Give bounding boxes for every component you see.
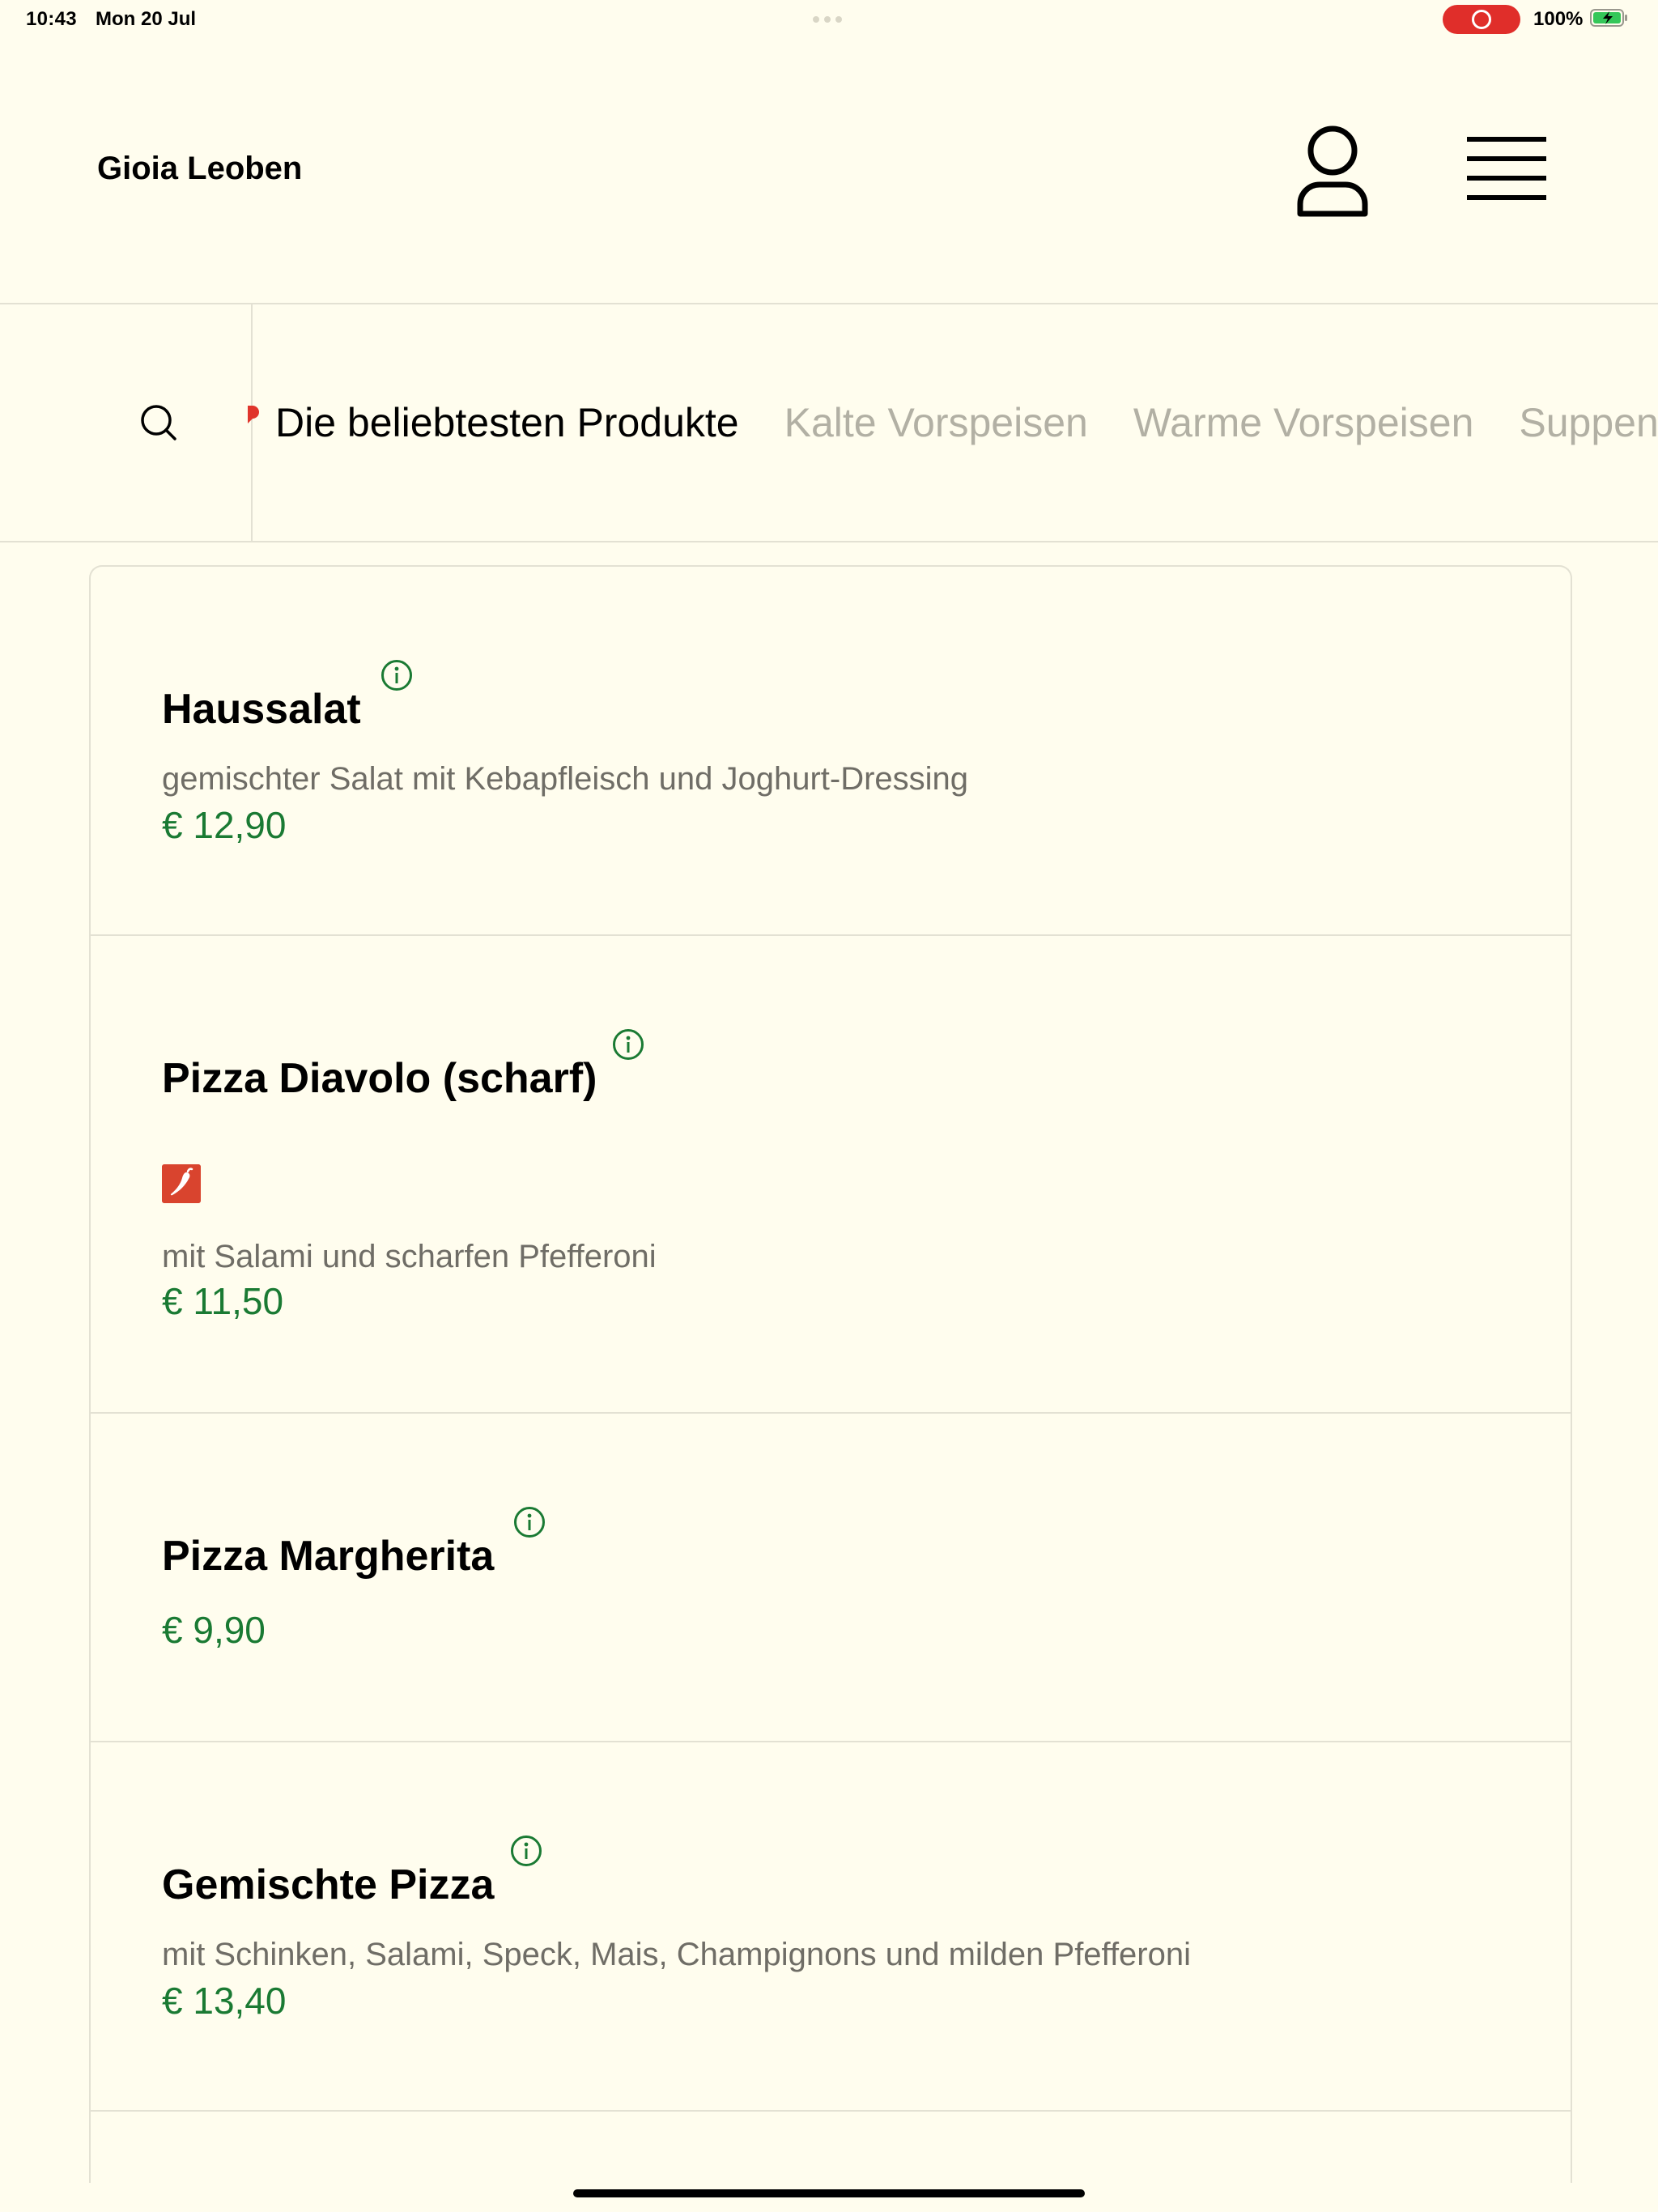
- product-description: gemischter Salat mit Kebapfleisch und Jo…: [162, 761, 969, 797]
- screen-recording-icon[interactable]: [1443, 5, 1520, 34]
- restaurant-name[interactable]: Gioia Leoben: [97, 151, 302, 187]
- tab-suppen[interactable]: Suppen: [1519, 399, 1658, 446]
- search-icon: [141, 405, 176, 440]
- info-icon[interactable]: [612, 1028, 644, 1061]
- app-header: Gioia Leoben: [0, 39, 1658, 304]
- product-list: Haussalat gemischter Salat mit Kebapflei…: [89, 565, 1572, 2183]
- status-bar: 10:43 Mon 20 Jul 100%: [0, 0, 1658, 39]
- status-time: 10:43: [26, 8, 77, 30]
- product-item[interactable]: Pizza Margherita € 9,90: [91, 1414, 1571, 1742]
- info-icon[interactable]: [513, 1506, 546, 1538]
- product-description: mit Schinken, Salami, Speck, Mais, Champ…: [162, 1937, 1191, 1972]
- battery-charging-icon: [1590, 9, 1627, 27]
- multitasking-dots-icon[interactable]: [813, 16, 842, 23]
- product-name: Pizza Margherita: [162, 1533, 495, 1580]
- product-item[interactable]: Gemischte Pizza mit Schinken, Salami, Sp…: [91, 1742, 1571, 2112]
- category-tabs: Die beliebtesten Produkte Kalte Vorspeis…: [248, 304, 1658, 541]
- hamburger-menu-icon[interactable]: [1465, 133, 1550, 206]
- home-indicator[interactable]: [573, 2189, 1085, 2197]
- product-description: mit Salami und scharfen Pfefferoni: [162, 1239, 657, 1274]
- tab-kalte-vorspeisen[interactable]: Kalte Vorspeisen: [784, 399, 1088, 446]
- product-price: € 12,90: [162, 804, 287, 846]
- active-indicator-icon: [248, 406, 259, 423]
- search-button[interactable]: [0, 304, 253, 541]
- spicy-icon: [162, 1164, 201, 1203]
- product-name: Haussalat: [162, 686, 361, 733]
- product-item[interactable]: Haussalat gemischter Salat mit Kebapflei…: [91, 567, 1571, 936]
- product-item[interactable]: Pizza Diavolo (scharf) mit Salami und sc…: [91, 936, 1571, 1414]
- product-name: Gemischte Pizza: [162, 1861, 495, 1908]
- category-bar: Die beliebtesten Produkte Kalte Vorspeis…: [0, 304, 1658, 542]
- info-icon[interactable]: [380, 659, 413, 691]
- info-icon[interactable]: [510, 1835, 542, 1867]
- battery-percentage: 100%: [1533, 8, 1584, 30]
- user-account-icon[interactable]: [1292, 123, 1373, 220]
- status-date: Mon 20 Jul: [96, 8, 197, 30]
- tab-warme-vorspeisen[interactable]: Warme Vorspeisen: [1133, 399, 1474, 446]
- product-price: € 13,40: [162, 1980, 287, 2022]
- tab-die-beliebtesten-produkte[interactable]: Die beliebtesten Produkte: [275, 399, 739, 446]
- product-price: € 11,50: [162, 1280, 284, 1322]
- product-price: € 9,90: [162, 1609, 266, 1651]
- product-name: Pizza Diavolo (scharf): [162, 1055, 597, 1102]
